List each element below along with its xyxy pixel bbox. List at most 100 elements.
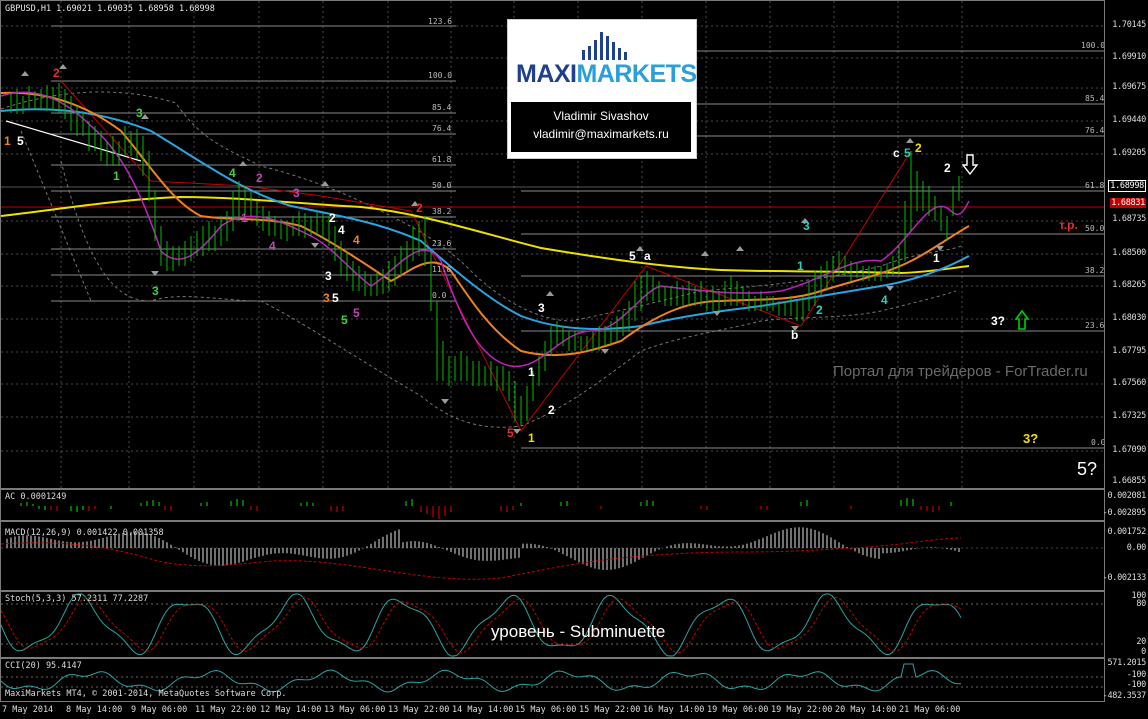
- wave-label: 5: [17, 134, 24, 148]
- cci-axis: 571.2015 -100 -100 -482.3537: [1102, 658, 1148, 702]
- fib-label: 61.8: [1085, 181, 1105, 190]
- price-tick: 1.67560: [1112, 378, 1146, 388]
- ac-axis: 0.002081 -0.002895: [1102, 489, 1148, 521]
- fib-label: 0.0: [432, 291, 447, 300]
- stoch-tick: 80: [1136, 599, 1146, 609]
- logo-bars-icon: [582, 32, 627, 60]
- price-tick: 1.68735: [1112, 214, 1146, 224]
- current-price-tag: 1.68998: [1108, 180, 1146, 192]
- wave-label: 2: [329, 211, 336, 225]
- forecast-label: 3?: [991, 314, 1006, 328]
- macd-tick: -0.002133: [1102, 573, 1147, 583]
- wave-label: 4: [881, 293, 888, 307]
- price-tick: 1.67325: [1112, 411, 1146, 421]
- wave-label: 5: [904, 146, 911, 160]
- terminal-footer: MaxiMarkets MT4, © 2001-2014, MetaQuotes…: [5, 689, 287, 699]
- ac-histogram: [20, 498, 952, 519]
- wave-label: 3: [293, 186, 300, 200]
- price-tick: 1.69675: [1112, 82, 1146, 92]
- wave-label: 2: [548, 403, 555, 417]
- price-tick: 1.69440: [1112, 115, 1146, 125]
- price-axis: 1.70145 1.69910 1.69675 1.69440 1.69205 …: [1105, 0, 1148, 489]
- wave-label: 1: [528, 365, 535, 379]
- wave-label: 3: [538, 301, 545, 315]
- wave-label: 1: [241, 211, 248, 225]
- logo-brand-right: MARKETS: [576, 60, 698, 88]
- wave-label: 5: [353, 306, 360, 320]
- wave-label: 5: [507, 426, 514, 440]
- time-tick: 16 May 14:00: [643, 705, 705, 715]
- wave-label: b: [791, 328, 799, 342]
- ac-tick: 0.002081: [1107, 491, 1146, 501]
- wave-label: 4: [229, 166, 236, 180]
- macd-indicator-pane[interactable]: MACD(12,26,9) 0.001422 0.001358: [0, 521, 1105, 591]
- cci-tick: -100: [1126, 680, 1147, 690]
- price-tick: 1.68030: [1112, 313, 1146, 323]
- logo-wordmark: MAXIMARKETS: [516, 60, 697, 89]
- fib-label: 100.0: [1081, 41, 1105, 50]
- fib-label: 50.0: [1085, 224, 1105, 233]
- red-level-tag: 1.68831: [1110, 198, 1146, 208]
- watermark: Портал для трейдеров - ForTrader.ru: [833, 363, 1088, 380]
- wave-label: 3: [803, 219, 810, 233]
- forecast-label: 5?: [1077, 459, 1098, 479]
- cci-tick: -482.3537: [1102, 691, 1147, 701]
- wave-label: c: [893, 146, 900, 160]
- price-tick: 1.67795: [1112, 346, 1146, 356]
- price-tick: 1.66855: [1112, 476, 1146, 486]
- price-tick: 1.70145: [1112, 20, 1146, 30]
- wave-label: 1: [528, 431, 535, 445]
- wave-label: 3: [323, 291, 330, 305]
- macd-tick: 0.001752: [1107, 527, 1146, 537]
- wave-label: 2: [416, 201, 423, 215]
- logo-brand-left: MAXI: [516, 60, 577, 88]
- fib-label: 38.2: [1085, 266, 1105, 275]
- wave-label: 5: [332, 291, 339, 305]
- stoch-tick: 0: [1141, 647, 1146, 657]
- cci-label: CCI(20) 95.4147: [5, 661, 82, 671]
- main-chart-pane[interactable]: GBPUSD,H1 1.69021 1.69035 1.68958 1.6899…: [0, 0, 1105, 489]
- macd-label: MACD(12,26,9) 0.001422 0.001358: [5, 528, 164, 538]
- price-tick: 1.69205: [1112, 148, 1146, 158]
- time-tick: 15 May 06:00: [515, 705, 577, 715]
- stoch-tick: 20: [1136, 637, 1146, 647]
- author-name: Vladimir Sivashov: [553, 109, 649, 123]
- wave-label: a: [644, 249, 651, 263]
- macd-tick: 0.00: [1126, 543, 1147, 553]
- time-tick: 14 May 14:00: [452, 705, 514, 715]
- ac-label: AC 0.0001249: [5, 492, 67, 502]
- time-tick: 15 May 22:00: [579, 705, 641, 715]
- wave-label: 1: [4, 134, 11, 148]
- wave-label: 5: [341, 313, 348, 327]
- wave-label: 2: [915, 141, 922, 155]
- fib-label: 50.0: [432, 181, 452, 190]
- time-tick: 12 May 14:00: [260, 705, 322, 715]
- maximarkets-logo: MAXIMARKETS Vladimir Sivashov vladimir@m…: [507, 19, 697, 159]
- logo-contact-box: Vladimir Sivashov vladimir@maximarkets.r…: [511, 102, 691, 152]
- wave-label: 2: [944, 161, 951, 175]
- time-tick: 9 May 06:00: [131, 705, 188, 715]
- wave-label: 4: [338, 223, 345, 237]
- cci-indicator-pane[interactable]: CCI(20) 95.4147 MaxiMarkets MT4, © 2001-…: [0, 658, 1105, 702]
- time-tick: 11 May 22:00: [195, 705, 257, 715]
- fib-label: 76.4: [432, 124, 452, 133]
- macd-axis: 0.001752 0.00 -0.002133: [1102, 521, 1148, 591]
- ac-tick: -0.002895: [1102, 508, 1147, 518]
- target-zone-label: т.р.: [1059, 218, 1078, 232]
- author-email: vladimir@maximarkets.ru: [533, 127, 669, 141]
- stochastic-indicator-pane[interactable]: Stoch(5,3,3) 57.2311 77.2287 уровень - S…: [0, 591, 1105, 658]
- time-tick: 21 May 06:00: [899, 705, 961, 715]
- forecast-label: 3?: [1023, 431, 1039, 446]
- stochastic-label: Stoch(5,3,3) 57.2311 77.2287: [5, 594, 149, 604]
- mt4-terminal: GBPUSD,H1 1.69021 1.69035 1.68958 1.6899…: [0, 0, 1148, 719]
- ac-indicator-pane[interactable]: AC 0.0001249: [0, 489, 1105, 521]
- cci-tick: 571.2015: [1107, 658, 1146, 668]
- wave-label: 1: [797, 259, 804, 273]
- wave-label: 3: [136, 106, 143, 120]
- price-tick: 1.68265: [1112, 280, 1146, 290]
- fib-label: 85.4: [1085, 94, 1105, 103]
- fib-label: 61.8: [432, 155, 452, 164]
- fib-label: 11.8: [432, 265, 452, 274]
- time-axis: 7 May 2014 8 May 14:00 9 May 06:00 11 Ma…: [0, 702, 1148, 719]
- fib-label: 23.6: [1085, 321, 1105, 330]
